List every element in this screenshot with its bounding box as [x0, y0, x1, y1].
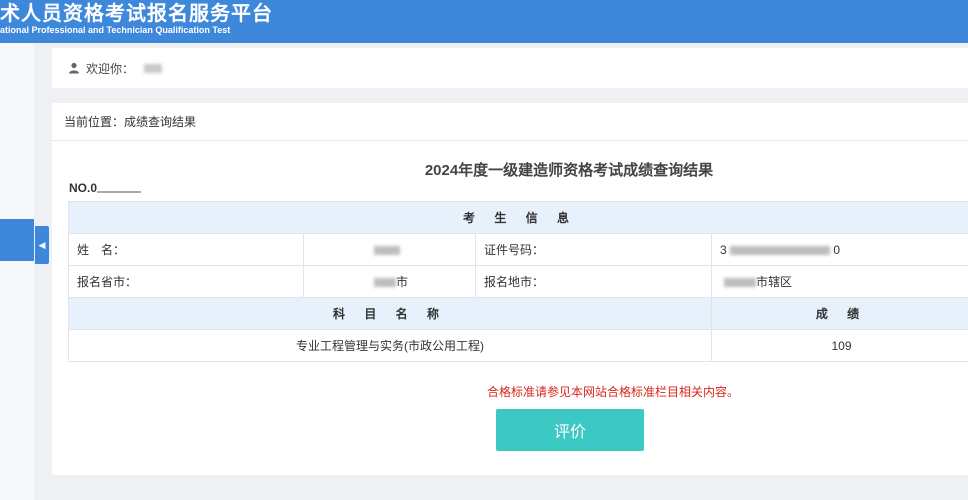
- redacted-id: [730, 245, 831, 255]
- candidate-info-title: 考 生 信 息: [68, 201, 968, 234]
- result-panel: 当前位置：成绩查询结果 2024年度一级建造师资格考试成绩查询结果 NO.0 考…: [52, 103, 968, 475]
- table-row: 专业工程管理与实务(市政公用工程) 109: [68, 329, 968, 362]
- subject-name: 专业工程管理与实务(市政公用工程): [68, 329, 712, 362]
- header-bar: 术人员资格考试报名服务平台 ational Professional and T…: [0, 0, 968, 43]
- site-subtitle: ational Professional and Technician Qual…: [0, 25, 231, 35]
- id-label: 证件号码：: [475, 233, 712, 266]
- sidebar-active-item[interactable]: [0, 219, 34, 261]
- table-row: 报名省市： 市 报名地市： 市辖区: [68, 265, 968, 298]
- left-sidebar: [0, 43, 34, 500]
- name-label: 姓 名：: [68, 233, 304, 266]
- result-title: 2024年度一级建造师资格考试成绩查询结果: [424, 162, 714, 179]
- subject-header: 科 目 名 称: [68, 297, 712, 330]
- collapse-sidebar-button[interactable]: ◀: [35, 226, 49, 264]
- id-value: 3 0: [711, 233, 968, 266]
- breadcrumb: 当前位置：成绩查询结果: [52, 103, 968, 141]
- province-value: 市: [303, 265, 476, 298]
- candidate-info-header-row: 考 生 信 息: [68, 201, 968, 234]
- redacted-serial: [97, 191, 142, 193]
- serial-number: NO.0: [69, 181, 142, 195]
- score-table: 考 生 信 息 姓 名： 证件号码： 3 0 报名省市： 市 报名地市： 市辖区: [68, 201, 968, 362]
- serial-prefix: NO.0: [69, 181, 98, 195]
- welcome-label: 欢迎你：: [86, 61, 135, 76]
- redacted-province: [374, 278, 396, 288]
- site-title: 术人员资格考试报名服务平台: [0, 1, 273, 25]
- welcome-bar: 欢迎你：: [52, 48, 968, 88]
- id-value-start: 3: [720, 242, 727, 257]
- user-icon: [69, 62, 79, 74]
- province-suffix: 市: [396, 275, 409, 289]
- province-label: 报名省市：: [68, 265, 304, 298]
- id-value-end: 0: [833, 242, 841, 257]
- score-header: 成 绩: [711, 297, 968, 330]
- pass-standard-notice: 合格标准请参见本网站合格标准栏目相关内容。: [486, 385, 739, 399]
- name-value: [303, 233, 476, 266]
- city-suffix: 市辖区: [756, 275, 793, 289]
- score-header-row: 科 目 名 称 成 绩: [68, 297, 968, 330]
- city-value: 市辖区: [711, 265, 968, 298]
- evaluate-button[interactable]: 评价: [496, 409, 644, 451]
- chevron-left-icon: ◀: [38, 239, 46, 250]
- table-row: 姓 名： 证件号码： 3 0: [68, 233, 968, 266]
- subject-score: 109: [711, 329, 968, 362]
- redacted-name: [374, 245, 400, 255]
- city-label: 报名地市：: [475, 265, 712, 298]
- redacted-username: [144, 63, 163, 73]
- redacted-city: [724, 278, 756, 288]
